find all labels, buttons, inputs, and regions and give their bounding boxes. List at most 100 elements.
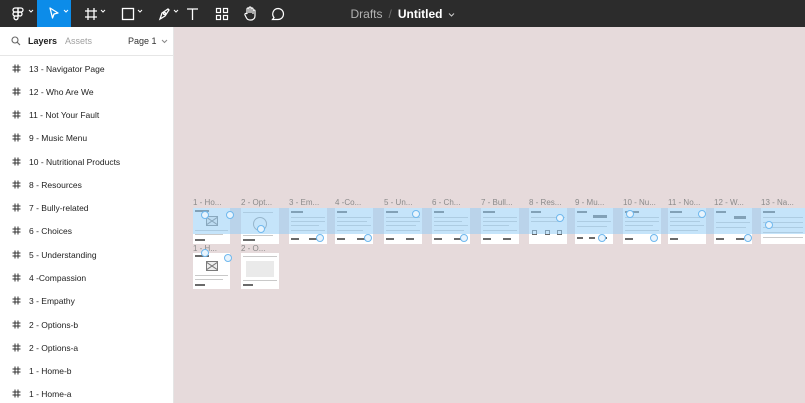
layer-label: 1 - Home-b [29,365,72,376]
layer-label: 10 - Nutritional Products [29,156,121,167]
chevron-down-icon[interactable] [448,7,455,21]
frame-label[interactable]: 8 - Res... [529,198,561,207]
layer-item[interactable]: 2 - Options-b [0,313,174,336]
frame-hash-icon [12,273,21,284]
frame-label[interactable]: 12 - W... [714,198,744,207]
connection-handle[interactable] [460,234,468,242]
layer-item[interactable]: 4 -Compassion [0,266,174,289]
frame-hash-icon [12,87,21,98]
connection-handle[interactable] [201,249,209,257]
frame-thumbnail[interactable] [241,253,279,289]
resources-tool-button[interactable] [212,0,232,27]
layer-item[interactable]: 12 - Who Are We [0,80,174,103]
sidebar-tabs: Layers Assets Page 1 [0,27,174,56]
layer-item[interactable]: 7 - Bully-related [0,196,174,219]
frame-label[interactable]: 3 - Em... [289,198,319,207]
layer-item[interactable]: 3 - Empathy [0,289,174,312]
frame-label[interactable]: 13 - Na... [761,198,794,207]
chevron-down-icon [173,8,179,14]
cursor-icon [48,7,61,20]
connection-handle[interactable] [316,234,324,242]
frame-label[interactable]: 1 - Ho... [193,198,221,207]
frame-label[interactable]: 10 - Nu... [623,198,656,207]
figma-logo-icon [11,6,25,21]
frame-hash-icon [12,366,21,377]
frame-label[interactable]: 6 - Ch... [432,198,460,207]
layer-item[interactable]: 8 - Resources [0,173,174,196]
chevron-down-icon [100,8,106,14]
text-icon [186,7,199,21]
breadcrumb-separator: / [388,6,392,21]
layer-item[interactable]: 9 - Music Menu [0,126,174,149]
layer-label: 2 - Options-b [29,319,79,330]
breadcrumb-drafts[interactable]: Drafts [350,7,382,21]
layer-item[interactable]: 1 - Home-b [0,359,174,382]
connection-handle[interactable] [744,234,752,242]
page-selector[interactable]: Page 1 [128,36,168,46]
frame-label[interactable]: 2 - Opt... [241,198,272,207]
frame-hash-icon [12,296,21,307]
frame-label[interactable]: 9 - Mu... [575,198,604,207]
search-icon[interactable] [11,36,21,48]
layer-label: 1 - Home-a [29,388,72,399]
prototype-connections [193,208,805,234]
tab-assets[interactable]: Assets [65,36,92,46]
pen-icon [157,7,171,21]
frame-hash-icon [12,64,21,75]
connection-handle[interactable] [201,211,209,219]
connection-handle[interactable] [650,234,658,242]
text-tool-button[interactable] [182,0,202,27]
shape-tool-button[interactable] [111,0,145,27]
comment-tool-button[interactable] [267,0,289,27]
document-title[interactable]: Untitled [398,7,443,21]
frame-hash-icon [12,320,21,331]
layer-label: 4 -Compassion [29,272,87,283]
layer-item[interactable]: 2 - Options-a [0,336,174,359]
frame-hash-icon [12,389,21,400]
connection-handle[interactable] [257,225,265,233]
page-selector-label: Page 1 [128,36,157,46]
layer-item[interactable]: 13 - Navigator Page [0,57,174,80]
layer-label: 11 - Not Your Fault [29,109,100,120]
frame-tool-button[interactable] [74,0,108,27]
frame-label[interactable]: 5 - Un... [384,198,412,207]
connection-handle[interactable] [765,221,773,229]
layer-item[interactable]: 6 - Choices [0,219,174,242]
frame-label[interactable]: 11 - No... [668,198,700,207]
connection-handle[interactable] [626,210,634,218]
frame-hash-icon [12,157,21,168]
frame-label[interactable]: 4 -Co... [335,198,361,207]
layer-label: 8 - Resources [29,179,82,190]
chevron-down-icon [157,36,168,46]
frame-hash-icon [12,180,21,191]
frame-hash-icon [12,203,21,214]
connection-handle[interactable] [556,214,564,222]
frame-label[interactable]: 7 - Bull... [481,198,513,207]
connection-handle[interactable] [698,210,706,218]
connection-handle[interactable] [226,211,234,219]
frame-hash-icon [12,110,21,121]
tab-layers[interactable]: Layers [28,36,57,46]
connection-handle[interactable] [598,234,606,242]
hand-tool-button[interactable] [239,0,261,27]
layer-label: 6 - Choices [29,225,72,236]
frame-label[interactable]: 2 - O... [241,244,265,253]
layer-label: 13 - Navigator Page [29,63,105,74]
resources-icon [215,7,229,21]
layer-item[interactable]: 11 - Not Your Fault [0,103,174,126]
layer-label: 2 - Options-a [29,342,79,353]
layer-label: 3 - Empathy [29,295,75,306]
pen-tool-button[interactable] [147,0,181,27]
connection-handle[interactable] [412,210,420,218]
frame-hash-icon [12,226,21,237]
layer-item[interactable]: 1 - Home-a [0,382,174,403]
layer-item[interactable]: 5 - Understanding [0,243,174,266]
connection-handle[interactable] [224,254,232,262]
rectangle-icon [121,7,135,21]
layer-item[interactable]: 10 - Nutritional Products [0,150,174,173]
main-menu-button[interactable] [0,0,36,27]
connection-handle[interactable] [364,234,372,242]
layer-label: 12 - Who Are We [29,86,94,97]
move-tool-button[interactable] [37,0,71,27]
chevron-down-icon [137,8,143,14]
